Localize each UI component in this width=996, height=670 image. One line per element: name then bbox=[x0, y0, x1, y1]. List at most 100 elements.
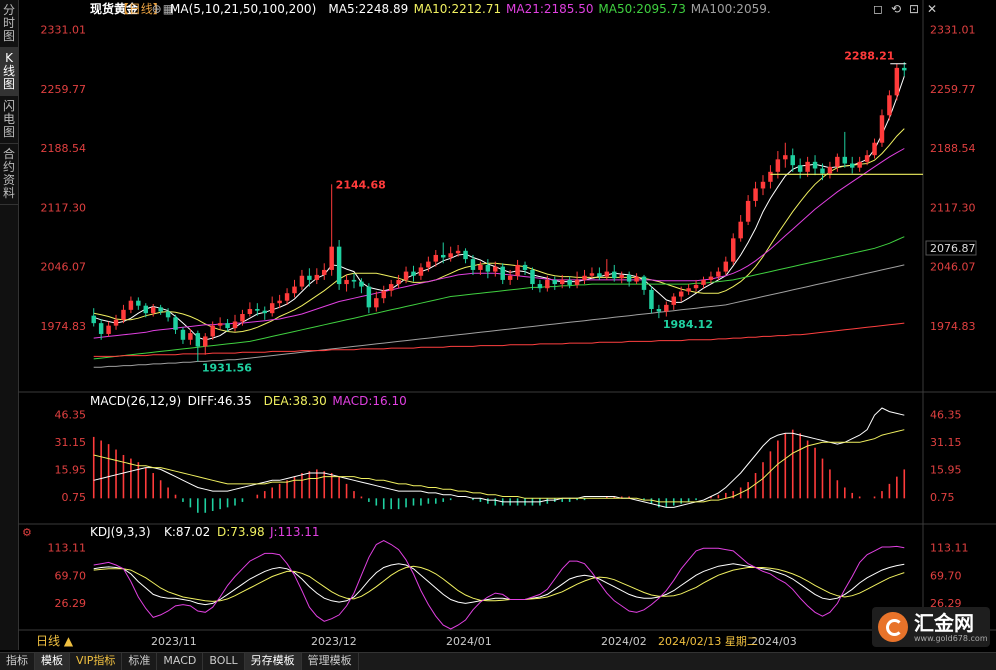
candle-body bbox=[322, 269, 327, 275]
price-right-tick: 2046.07 bbox=[930, 261, 976, 274]
macd-panel bbox=[92, 407, 906, 513]
kdj-title: KDJ(9,3,3) bbox=[90, 525, 151, 539]
candle-body bbox=[731, 238, 736, 262]
price-left-tick: 2331.01 bbox=[41, 24, 87, 37]
macd-right-tick: 46.35 bbox=[930, 409, 962, 422]
candle-body bbox=[604, 271, 610, 277]
top-label: 2288.21 bbox=[844, 50, 894, 63]
candle-body bbox=[351, 279, 357, 282]
period-button: 日线 ▲ bbox=[36, 634, 74, 648]
bottom-tab-6[interactable]: 另存模板 bbox=[244, 653, 302, 670]
candle-body bbox=[530, 269, 535, 285]
candle-body bbox=[768, 171, 773, 182]
candle-body bbox=[440, 254, 446, 258]
ma-line-ma5 bbox=[93, 76, 905, 341]
candle-body bbox=[745, 200, 751, 222]
candle-body bbox=[686, 288, 691, 292]
bottom-tab-1[interactable]: 模板 bbox=[35, 653, 70, 670]
ma-lines bbox=[93, 76, 905, 368]
candle-body bbox=[195, 333, 201, 347]
candle-body bbox=[664, 304, 669, 312]
bottom-tab-4[interactable]: MACD bbox=[157, 653, 204, 670]
candle-body bbox=[232, 321, 238, 329]
macd-right-tick: 31.15 bbox=[930, 436, 962, 449]
candle-body bbox=[292, 286, 297, 294]
restore-icon: ◻ bbox=[873, 2, 883, 16]
logo-icon bbox=[878, 612, 908, 642]
candle-body bbox=[597, 273, 602, 277]
candle-body bbox=[493, 266, 498, 272]
candle-body bbox=[396, 279, 401, 285]
candle-body bbox=[522, 264, 528, 270]
candle-body bbox=[559, 279, 565, 285]
candle-body bbox=[277, 300, 282, 304]
side-tab-1[interactable]: K线图 bbox=[0, 48, 18, 96]
candle-body bbox=[203, 336, 208, 347]
candle-body bbox=[336, 246, 342, 285]
price-right-tick: 1974.83 bbox=[930, 320, 976, 333]
kdj-j-line bbox=[93, 540, 905, 630]
macd-right-tick: 0.75 bbox=[930, 491, 955, 504]
bottom-toolbar: 指标 模板 VIP指标 标准 MACD BOLL 另存模板 管理模板 bbox=[0, 652, 996, 670]
price-right-tick: 2117.30 bbox=[930, 201, 976, 214]
candle-body bbox=[106, 325, 111, 334]
candle-body bbox=[165, 311, 171, 318]
bottom-tab-7[interactable]: 管理模板 bbox=[302, 653, 359, 670]
kdj-right-tick: 113.11 bbox=[930, 542, 969, 555]
kdj-k-line bbox=[93, 563, 905, 606]
reset-icon: ⟲ bbox=[891, 2, 901, 16]
candle-body bbox=[180, 329, 186, 340]
bottom-tab-3[interactable]: 标准 bbox=[122, 653, 158, 670]
candle-body bbox=[455, 250, 461, 254]
bottom-tab-0[interactable]: 指标 bbox=[0, 653, 35, 670]
candle-body bbox=[783, 155, 788, 160]
side-tab-2[interactable]: 闪电图 bbox=[0, 96, 18, 144]
candles bbox=[91, 62, 907, 362]
close-icon: ✕ bbox=[927, 2, 937, 16]
candle-body bbox=[188, 333, 193, 340]
side-tab-3[interactable]: 合约资料 bbox=[0, 144, 18, 205]
candle-body bbox=[634, 276, 639, 282]
logo-url: www.gold678.com bbox=[914, 633, 988, 643]
candle-body bbox=[649, 289, 654, 310]
kdj-d-line bbox=[93, 565, 905, 602]
candle-body bbox=[247, 309, 253, 314]
candle-body bbox=[626, 274, 632, 282]
candle-body bbox=[827, 166, 833, 174]
candle-body bbox=[894, 67, 900, 96]
candle-body bbox=[693, 284, 699, 289]
side-toolbar: 分时图 K线图 闪电图 合约资料 bbox=[0, 0, 19, 650]
candle-body bbox=[671, 296, 676, 305]
bottom-tab-2[interactable]: VIP指标 bbox=[70, 653, 123, 670]
ma-line-ma100 bbox=[93, 264, 905, 368]
candle-body bbox=[805, 161, 810, 172]
candle-body bbox=[485, 264, 491, 272]
candle-body bbox=[150, 307, 156, 314]
macd-left-tick: 0.75 bbox=[62, 491, 87, 504]
candle-body bbox=[426, 261, 431, 268]
candle-body bbox=[299, 275, 305, 287]
kdj-k: K:87.02 bbox=[164, 525, 210, 539]
candle-body bbox=[314, 274, 320, 280]
kdj-d: D:73.98 bbox=[217, 525, 265, 539]
low2-label: 1984.12 bbox=[663, 318, 713, 331]
candle-body bbox=[775, 159, 781, 172]
candle-body bbox=[329, 246, 334, 270]
candle-body bbox=[225, 323, 230, 329]
candle-body bbox=[210, 325, 215, 337]
chart-area[interactable]: 2144.681931.561984.122288.21 2331.01 2331… bbox=[18, 0, 996, 652]
candle-body bbox=[864, 155, 870, 162]
ma50-label: MA50:2095.73 bbox=[598, 2, 686, 16]
candle-body bbox=[701, 279, 706, 285]
side-tab-0[interactable]: 分时图 bbox=[0, 0, 18, 48]
ma-line-ma21 bbox=[93, 148, 905, 339]
candle-body bbox=[448, 253, 453, 258]
kdj-right-tick: 69.70 bbox=[930, 569, 962, 582]
macd-right-tick: 15.95 bbox=[930, 464, 962, 477]
bottom-tab-5[interactable]: BOLL bbox=[203, 653, 245, 670]
candle-body bbox=[708, 276, 714, 280]
candle-body bbox=[545, 279, 550, 289]
candle-body bbox=[574, 279, 580, 285]
candle-body bbox=[173, 317, 178, 330]
candle-body bbox=[738, 221, 743, 239]
